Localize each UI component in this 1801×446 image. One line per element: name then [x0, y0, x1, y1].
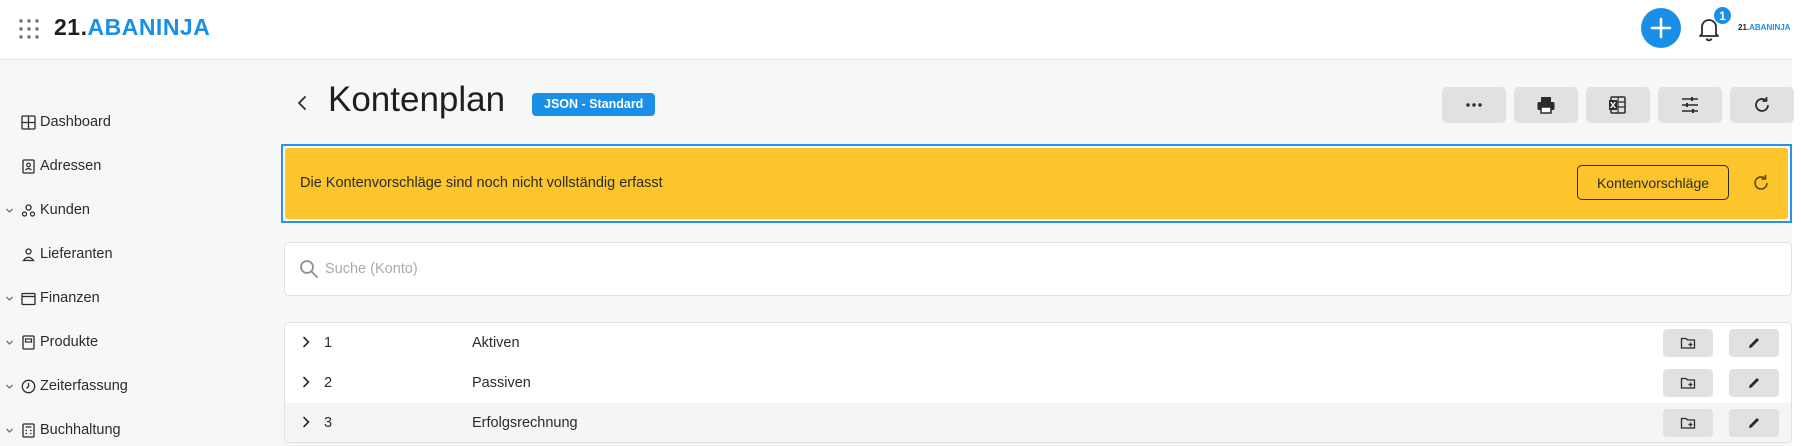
pencil-icon: [1749, 378, 1759, 388]
page-title: Kontenplan: [328, 80, 506, 119]
account-number: 1: [324, 335, 333, 351]
sidebar-item-label: Dashboard: [40, 114, 111, 130]
sidebar-item-label: Finanzen: [40, 290, 100, 306]
top-bar: 21.ABANINJA 1 21.ABANINJA: [0, 0, 1801, 60]
chevron-down-icon[interactable]: [5, 206, 14, 215]
add-subgroup-button[interactable]: [1663, 329, 1713, 357]
brand-name: ABANINJA: [87, 14, 211, 40]
notification-badge: 1: [1713, 6, 1732, 25]
account-suggestions-banner: Die Kontenvorschläge sind noch nicht vol…: [285, 148, 1788, 219]
chart-of-accounts-tag[interactable]: JSON - Standard: [532, 93, 656, 116]
sidebar-item-adressen[interactable]: Adressen: [0, 148, 260, 184]
brand-number: 21.: [54, 14, 88, 40]
account-number: 3: [324, 415, 333, 431]
sidebar-item-produkte[interactable]: Produkte: [0, 324, 260, 360]
search-icon: [300, 260, 318, 278]
back-chevron-icon[interactable]: [292, 92, 312, 114]
chevron-down-icon[interactable]: [5, 294, 14, 303]
edit-button[interactable]: [1729, 329, 1779, 357]
right-edge-strip: [1792, 0, 1801, 446]
folder-add-icon: [1680, 377, 1696, 389]
refresh-button[interactable]: [1730, 87, 1794, 123]
sidebar-item-label: Buchhaltung: [40, 422, 121, 438]
address-book-icon: [22, 158, 35, 174]
refresh-icon[interactable]: [1751, 173, 1771, 193]
sidebar-item-label: Adressen: [40, 158, 102, 174]
folder-add-icon: [1680, 417, 1696, 429]
sidebar-item-lieferanten[interactable]: Lieferanten: [0, 236, 260, 272]
search-box: [284, 242, 1792, 296]
product-icon: [22, 334, 35, 350]
print-icon: [1537, 97, 1555, 114]
user-account-logo[interactable]: 21.ABANINJA: [1738, 23, 1790, 32]
account-name: Erfolgsrechnung: [472, 415, 578, 431]
folder-add-icon: [1680, 337, 1696, 349]
sidebar-item-label: Lieferanten: [40, 246, 113, 262]
user-logo-name: ABANINJA: [1749, 23, 1791, 32]
print-button[interactable]: [1514, 87, 1578, 123]
chevron-down-icon[interactable]: [5, 338, 14, 347]
accounts-table: 1 Aktiven 2 Passiven 3 Erfolgsrechnung: [284, 322, 1792, 443]
chevron-right-icon[interactable]: [299, 335, 313, 349]
sidebar-item-kunden[interactable]: Kunden: [0, 192, 260, 228]
chevron-right-icon[interactable]: [299, 415, 313, 429]
chevron-right-icon[interactable]: [299, 375, 313, 389]
edit-button[interactable]: [1729, 409, 1779, 437]
account-name: Passiven: [472, 375, 531, 391]
pencil-icon: [1749, 418, 1759, 428]
search-input[interactable]: [325, 253, 1765, 285]
wallet-icon: [21, 292, 36, 305]
more-button[interactable]: [1442, 87, 1506, 123]
chevron-down-icon[interactable]: [5, 382, 14, 391]
dashboard-icon: [21, 114, 36, 130]
sidebar-item-finanzen[interactable]: Finanzen: [0, 280, 260, 316]
calculator-icon: [22, 422, 35, 438]
filter-settings-icon: [1682, 97, 1698, 113]
edit-button[interactable]: [1729, 369, 1779, 397]
customers-icon: [21, 203, 36, 217]
sidebar-item-dashboard[interactable]: Dashboard: [0, 104, 260, 140]
sidebar-item-label: Zeiterfassung: [40, 378, 128, 394]
excel-export-button[interactable]: [1586, 87, 1650, 123]
add-button[interactable]: [1641, 8, 1681, 48]
user-logo-number: 21.: [1738, 23, 1750, 32]
account-name: Aktiven: [472, 335, 520, 351]
brand-logo[interactable]: 21.ABANINJA: [54, 14, 210, 41]
excel-icon: [1609, 96, 1626, 114]
plus-icon: [1650, 17, 1672, 39]
table-row[interactable]: 2 Passiven: [285, 363, 1791, 403]
suppliers-icon: [22, 247, 35, 261]
sidebar-item-label: Produkte: [40, 334, 99, 350]
add-subgroup-button[interactable]: [1663, 409, 1713, 437]
banner-message: Die Kontenvorschläge sind noch nicht vol…: [300, 175, 663, 191]
account-suggestions-button[interactable]: Kontenvorschläge: [1577, 165, 1729, 200]
sidebar-item-zeiterfassung[interactable]: Zeiterfassung: [0, 368, 260, 404]
account-number: 2: [324, 375, 333, 391]
apps-grid-icon[interactable]: [18, 18, 40, 40]
sidebar-item-buchhaltung[interactable]: Buchhaltung: [0, 412, 260, 446]
add-subgroup-button[interactable]: [1663, 369, 1713, 397]
table-row[interactable]: 3 Erfolgsrechnung: [285, 403, 1791, 442]
clock-icon: [21, 379, 36, 393]
pencil-icon: [1749, 338, 1759, 348]
more-icon: [1466, 103, 1482, 107]
sidebar-item-label: Kunden: [40, 202, 90, 218]
filter-settings-button[interactable]: [1658, 87, 1722, 123]
refresh-icon: [1755, 97, 1769, 112]
chevron-down-icon[interactable]: [5, 426, 14, 435]
table-row[interactable]: 1 Aktiven: [285, 323, 1791, 363]
